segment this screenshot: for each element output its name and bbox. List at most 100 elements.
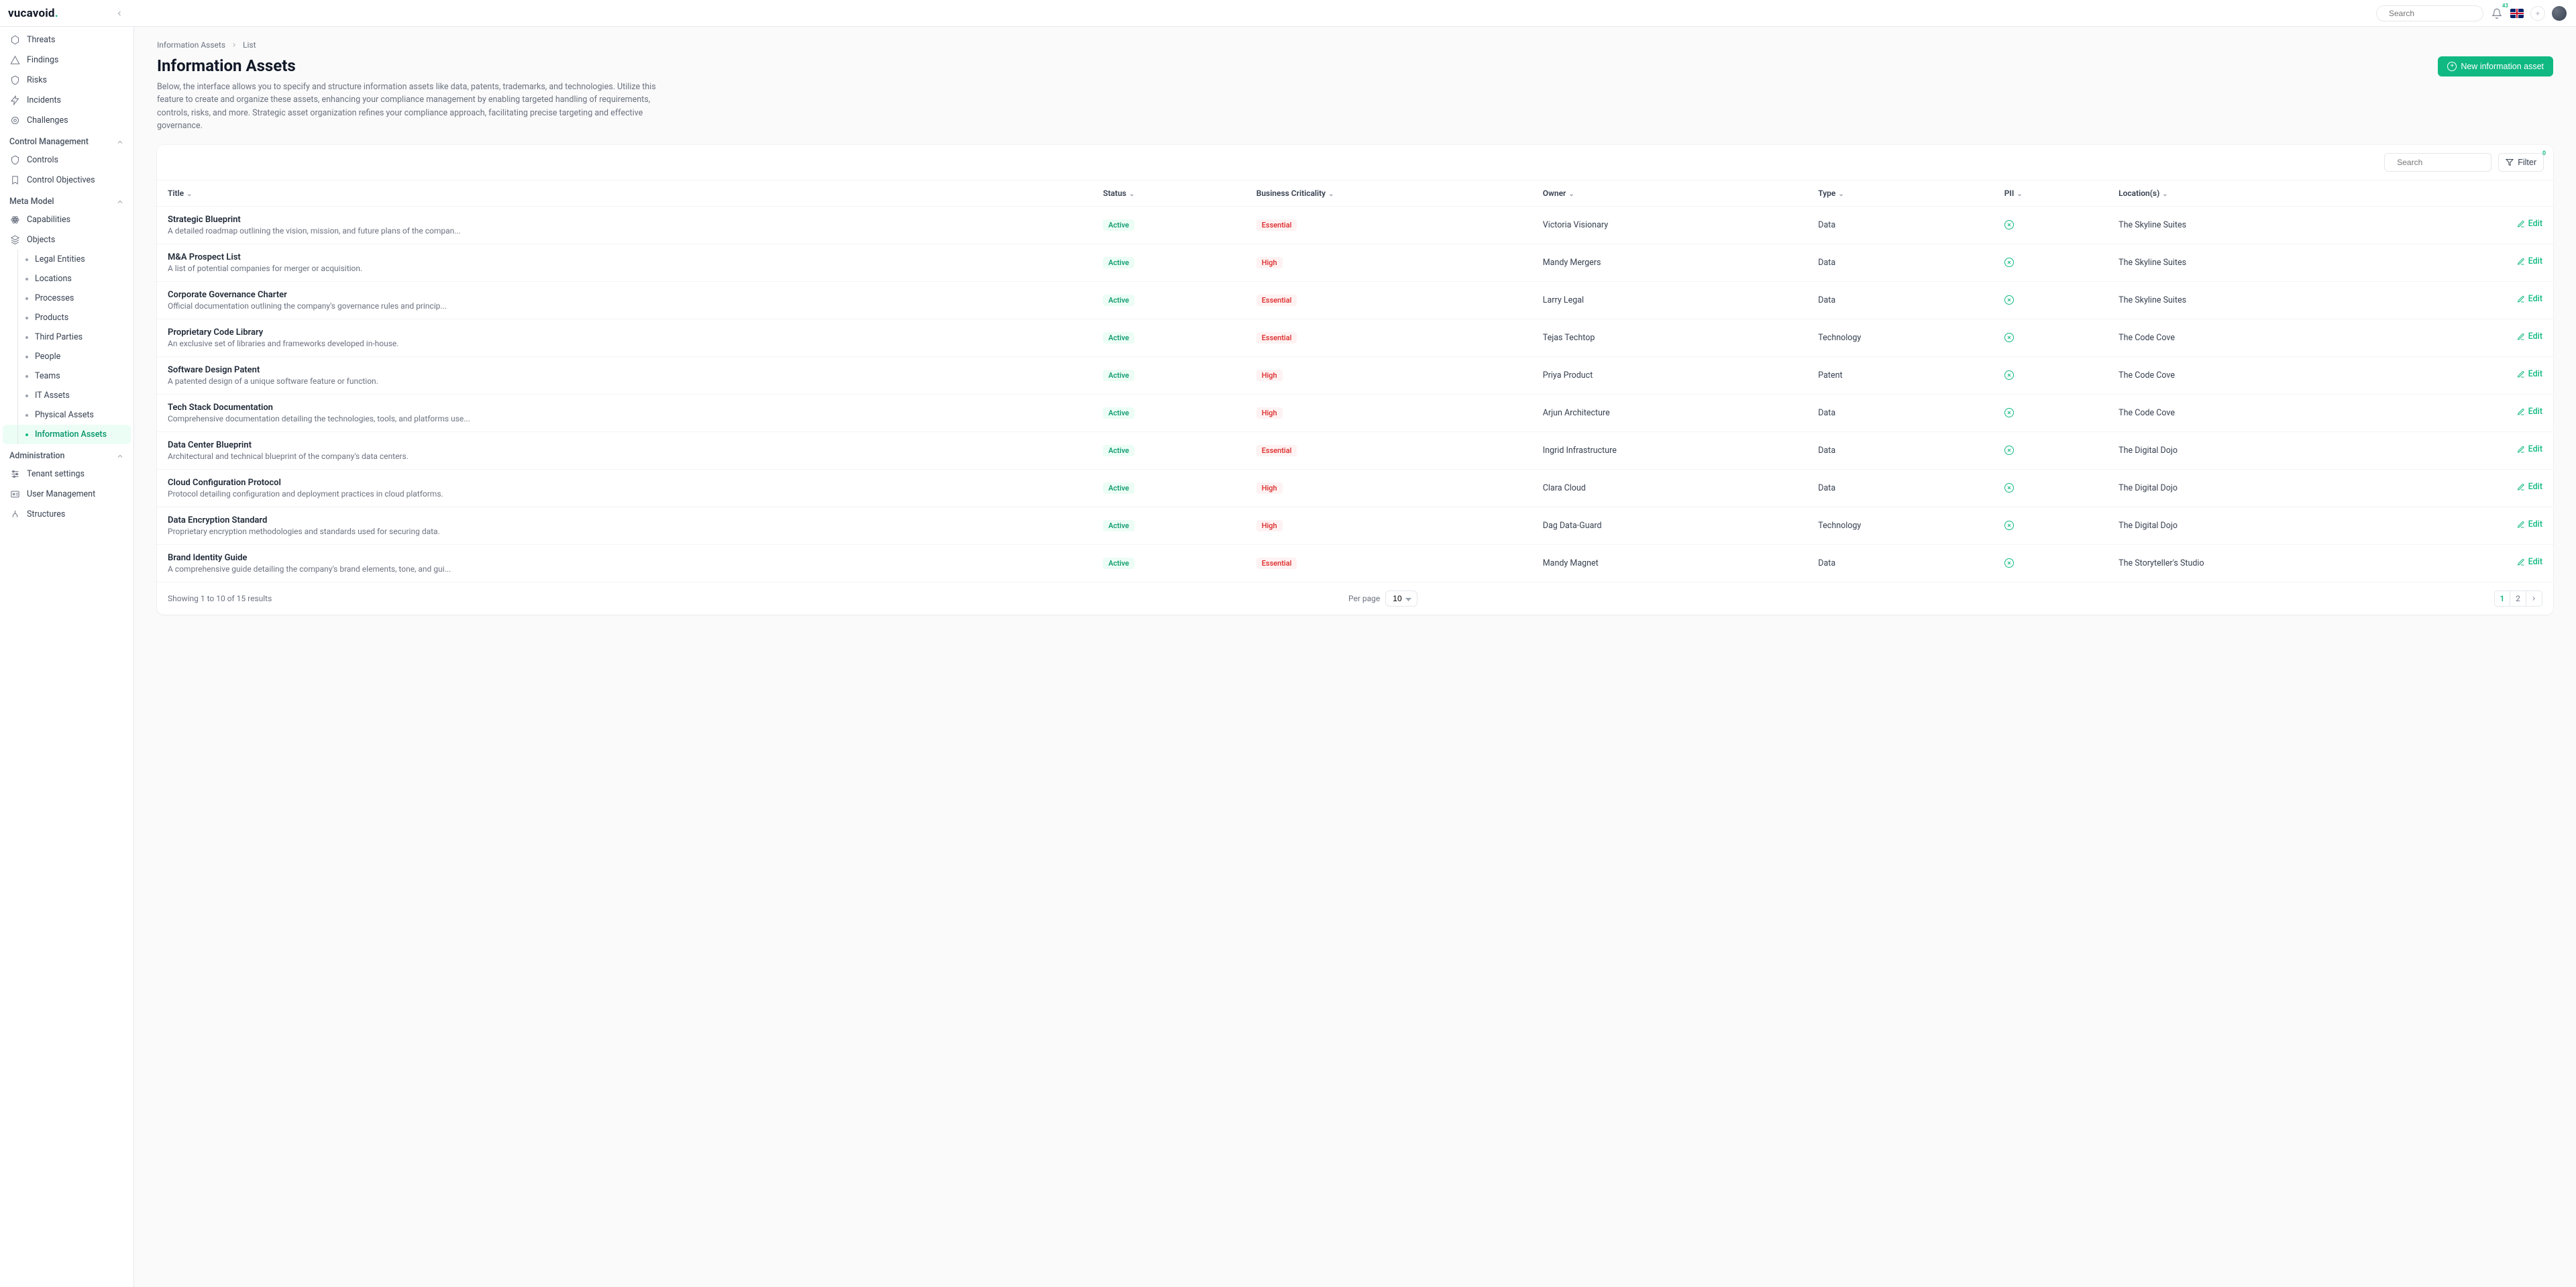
table-row[interactable]: Data Center Blueprint Architectural and … [157,431,2553,469]
table-row[interactable]: Data Encryption Standard Proprietary enc… [157,507,2553,544]
sidebar-sub-teams[interactable]: Teams [3,366,131,386]
row-owner: Ingrid Infrastructure [1532,431,1808,469]
table-row[interactable]: Software Design Patent A patented design… [157,356,2553,394]
page-button[interactable]: 2 [2510,590,2526,607]
language-flag-uk[interactable] [2510,9,2524,18]
edit-icon [2517,258,2525,266]
notifications-button[interactable]: 43 [2487,4,2506,23]
sidebar-sub-people[interactable]: People [3,347,131,366]
column-header[interactable]: Title⌄ [157,180,1092,206]
table-row[interactable]: Tech Stack Documentation Comprehensive d… [157,394,2553,431]
table-row[interactable]: M&A Prospect List A list of potential co… [157,244,2553,281]
sort-icon: ⌄ [1568,191,1574,198]
page-button[interactable]: 1 [2494,590,2510,607]
edit-button[interactable]: Edit [2517,331,2542,342]
edit-button[interactable]: Edit [2517,557,2542,567]
global-search[interactable] [2376,5,2483,21]
sidebar-item-incidents[interactable]: Incidents [3,90,131,110]
table-row[interactable]: Corporate Governance Charter Official do… [157,281,2553,319]
edit-button[interactable]: Edit [2517,256,2542,266]
topbar: vucavoid. 43 [0,0,2576,27]
sidebar-item-tenant[interactable]: Tenant settings [3,464,131,484]
table-row[interactable]: Strategic Blueprint A detailed roadmap o… [157,206,2553,244]
sidebar-group-title[interactable]: Meta Model [3,190,131,209]
criticality-badge: High [1256,257,1283,268]
row-type: Data [1807,544,1993,582]
new-information-asset-button[interactable]: + New information asset [2438,56,2553,76]
filter-icon [2506,158,2514,166]
global-search-input[interactable] [2387,8,2494,19]
next-page-button[interactable] [2526,590,2542,607]
results-summary: Showing 1 to 10 of 15 results [168,594,272,603]
column-header[interactable]: Location(s)⌄ [2108,180,2417,206]
sidebar-sub-processes[interactable]: Processes [3,289,131,308]
row-type: Data [1807,431,1993,469]
sidebar-item-risks[interactable]: Risks [3,70,131,90]
row-location: The Digital Dojo [2108,507,2417,544]
sidebar-sub-products[interactable]: Products [3,308,131,327]
table-row[interactable]: Cloud Configuration Protocol Protocol de… [157,469,2553,507]
user-avatar[interactable] [2552,6,2567,21]
column-header[interactable]: Type⌄ [1807,180,1993,206]
edit-button[interactable]: Edit [2517,444,2542,454]
sidebar-group-title[interactable]: Administration [3,444,131,464]
sidebar-sub-itassets[interactable]: IT Assets [3,386,131,405]
row-owner: Arjun Architecture [1532,394,1808,431]
per-page-select[interactable]: 10 [1385,590,1417,607]
brand-dot-icon: . [55,7,58,20]
edit-button[interactable]: Edit [2517,519,2542,529]
sidebar-sub-infoassets[interactable]: Information Assets [3,425,131,444]
sidebar-item-capabilities[interactable]: Capabilities [3,209,131,229]
sidebar-item-label: Challenges [27,115,68,125]
sidebar-item-objects[interactable]: Objects [3,229,131,250]
row-location: The Skyline Suites [2108,281,2417,319]
status-badge: Active [1103,295,1134,306]
bullet-icon [25,258,28,261]
pii-no-icon [2004,483,2014,493]
column-header[interactable]: Owner⌄ [1532,180,1808,206]
column-header[interactable]: PII⌄ [1994,180,2108,206]
chevron-right-icon [2530,595,2537,602]
sidebar-group-title[interactable]: Control Management [3,130,131,150]
edit-button[interactable]: Edit [2517,482,2542,492]
sidebar-sub-locations[interactable]: Locations [3,269,131,289]
sort-icon: ⌄ [2162,191,2167,198]
edit-button[interactable]: Edit [2517,294,2542,304]
row-owner: Tejas Techtop [1532,319,1808,356]
table-row[interactable]: Proprietary Code Library An exclusive se… [157,319,2553,356]
column-header[interactable]: Status⌄ [1092,180,1245,206]
brand-logo[interactable]: vucavoid. [8,7,58,20]
sidebar-item-findings[interactable]: Findings [3,50,131,70]
quick-create-button[interactable] [2530,6,2545,21]
edit-button[interactable]: Edit [2517,219,2542,229]
edit-button[interactable]: Edit [2517,407,2542,417]
criticality-badge: Essential [1256,219,1297,231]
filter-button[interactable]: Filter 0 [2498,153,2544,172]
pii-no-icon [2004,333,2014,342]
table-search-input[interactable] [2396,157,2502,168]
row-location: The Skyline Suites [2108,206,2417,244]
bullet-icon [25,336,28,339]
sidebar-item-usermgmt[interactable]: User Management [3,484,131,504]
sidebar-collapse-button[interactable] [113,7,126,20]
per-page-control: Per page 10 [1348,590,1417,607]
column-header[interactable]: Business Criticality⌄ [1246,180,1532,206]
sidebar-sub-legal[interactable]: Legal Entities [3,250,131,269]
table-search[interactable] [2384,153,2491,172]
per-page-label: Per page [1348,594,1380,603]
sidebar-item-control-objectives[interactable]: Control Objectives [3,170,131,190]
edit-button[interactable]: Edit [2517,369,2542,379]
sidebar-item-threats[interactable]: Threats [3,30,131,50]
sidebar-item-controls[interactable]: Controls [3,150,131,170]
sidebar-item-challenges[interactable]: Challenges [3,110,131,130]
sidebar-item-structures[interactable]: Structures [3,504,131,524]
assets-table: Title⌄Status⌄Business Criticality⌄Owner⌄… [157,180,2553,582]
row-owner: Dag Data-Guard [1532,507,1808,544]
stack-icon [9,234,20,245]
table-row[interactable]: Brand Identity Guide A comprehensive gui… [157,544,2553,582]
sidebar-sub-physassets[interactable]: Physical Assets [3,405,131,425]
sidebar-sub-thirdparty[interactable]: Third Parties [3,327,131,347]
breadcrumb-item[interactable]: Information Assets [157,40,225,50]
sidebar-item-label: Threats [27,35,55,45]
row-subtitle: Comprehensive documentation detailing th… [168,414,1081,423]
